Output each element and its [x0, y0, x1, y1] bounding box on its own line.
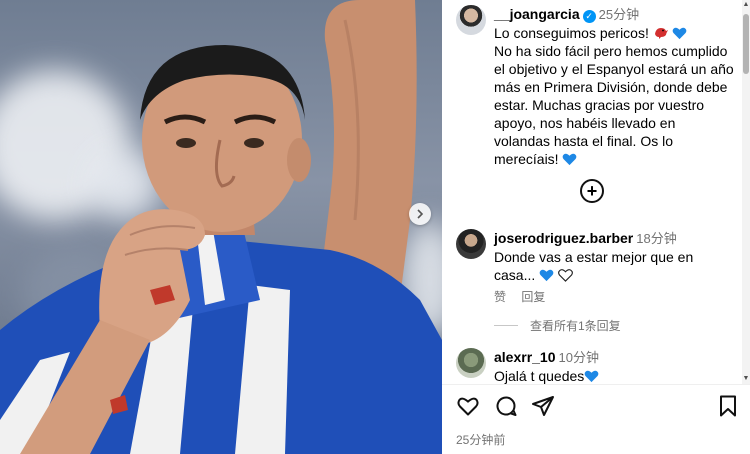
scrollbar-thumb[interactable]: [743, 14, 749, 74]
paper-plane-icon[interactable]: [531, 394, 555, 418]
blue-heart-icon: [539, 269, 554, 282]
post-time: 25分钟: [598, 7, 640, 22]
scroll-up-arrow-icon[interactable]: ▲: [742, 0, 750, 10]
heart-outline-icon[interactable]: [456, 394, 480, 418]
post-action-toolbar: [442, 394, 750, 422]
posted-time-ago: 25分钟前: [456, 433, 506, 447]
post-photo[interactable]: [0, 0, 442, 454]
chevron-right-icon: [417, 209, 424, 219]
view-replies-label: 查看所有1条回复: [530, 319, 621, 333]
comment-time: 10分钟: [558, 350, 599, 365]
post-caption: __joangarcia ✓ 25分钟 Lo conseguimos pericos…: [494, 5, 734, 168]
commenter-avatar[interactable]: [456, 348, 486, 378]
verified-badge-icon: ✓: [582, 10, 596, 23]
instagram-post: __joangarcia ✓ 25分钟 Lo conseguimos pericos…: [0, 0, 750, 454]
commenter-avatar[interactable]: [456, 229, 486, 259]
caption-line1: Lo conseguimos pericos!: [494, 25, 649, 41]
footballer-kissing-shirt-illustration: [0, 0, 442, 454]
author-username[interactable]: __joangarcia: [494, 6, 580, 22]
comment-reply-button[interactable]: 回复: [521, 290, 545, 304]
author-avatar[interactable]: [456, 5, 486, 35]
toolbar-divider: [442, 384, 750, 385]
blue-heart-icon: [672, 27, 687, 40]
comment-bubble-icon[interactable]: [494, 394, 518, 418]
add-circle-icon: +: [586, 181, 598, 201]
next-photo-button[interactable]: [409, 203, 431, 225]
comments-scroll-area[interactable]: __joangarcia ✓ 25分钟 Lo conseguimos pericos…: [442, 0, 742, 384]
scroll-down-arrow-icon[interactable]: ▼: [742, 374, 750, 384]
comments-scrollbar[interactable]: ▲ ▼: [742, 0, 750, 384]
caption-body: No ha sido fácil pero hemos cumplido el …: [494, 43, 734, 167]
comment-time: 18分钟: [636, 231, 677, 246]
post-side-panel: __joangarcia ✓ 25分钟 Lo conseguimos pericos…: [442, 0, 750, 454]
white-heart-icon: [558, 269, 573, 282]
comment-actions: 赞 回复: [494, 288, 557, 305]
comment-username[interactable]: alexrr_10: [494, 349, 556, 365]
comment-item: alexrr_10 10分钟 Ojalá t quedes: [494, 348, 734, 384]
comment-text: Donde vas a estar mejor que en casa...: [494, 249, 694, 283]
comment-username[interactable]: joserodriguez.barber: [494, 230, 633, 246]
view-replies-button[interactable]: 查看所有1条回复: [494, 317, 621, 334]
comment-item: joserodriguez.barber 18分钟 Donde vas a est…: [494, 229, 734, 284]
comment-text: Ojalá t quedes: [494, 368, 585, 384]
red-bird-icon: [654, 28, 668, 39]
bookmark-icon[interactable]: [716, 394, 740, 418]
blue-heart-icon: [563, 153, 577, 166]
load-more-comments-button[interactable]: +: [580, 179, 604, 203]
replies-divider-line: [494, 325, 518, 326]
blue-heart-icon: [584, 370, 599, 383]
comment-like-button[interactable]: 赞: [494, 290, 506, 304]
